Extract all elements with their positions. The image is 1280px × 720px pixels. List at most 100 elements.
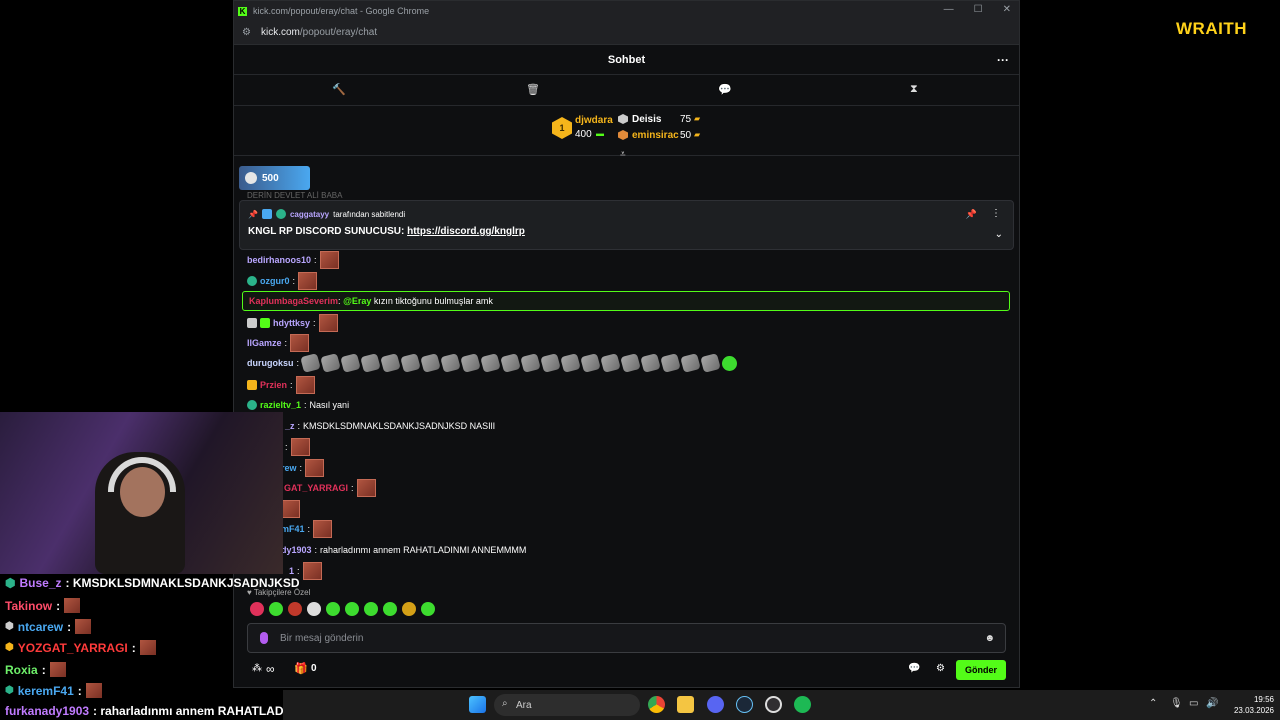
username[interactable]: hdyttksy: [273, 318, 310, 328]
overlay-chat-line: ⬢ keremF41 :: [5, 683, 102, 698]
rank-2-amount: 75: [680, 114, 692, 125]
taskbar-search[interactable]: ⌕ Ara: [494, 694, 640, 716]
rank-2-name[interactable]: Deisis: [632, 114, 661, 125]
chat-message: dy1903: raharladınmı annem RAHATLADINMI …: [281, 545, 527, 555]
chat-bubble-icon[interactable]: 💬: [718, 83, 732, 96]
emote-icon: [75, 619, 92, 634]
address-bar[interactable]: ⚙ kick.com/popout/eray/chat: [234, 21, 1019, 45]
maximize-button[interactable]: ☐: [974, 4, 983, 15]
emote-icon[interactable]: [326, 602, 340, 616]
pinned-by-user[interactable]: caggatayy: [290, 210, 329, 219]
cut-off-message: DERİN DEVLET ALİ BABA: [247, 191, 343, 200]
file-explorer-icon[interactable]: [677, 696, 694, 713]
points-balance: ∞: [266, 662, 275, 676]
emote-icon: [356, 479, 376, 497]
minimize-button[interactable]: —: [944, 4, 954, 15]
emote-icon: [500, 353, 521, 373]
more-options-button[interactable]: ···: [997, 45, 1009, 75]
steam-icon[interactable]: [736, 696, 753, 713]
username[interactable]: ozgur0: [260, 276, 290, 286]
window-titlebar: K kick.com/popout/eray/chat - Google Chr…: [234, 1, 1019, 21]
volume-icon[interactable]: 🔊: [1206, 698, 1218, 709]
gift-icon[interactable]: 🎁: [294, 662, 308, 675]
message-input[interactable]: Bir mesaj gönderin ☻: [247, 623, 1006, 653]
emote-icon[interactable]: [269, 602, 283, 616]
username[interactable]: Przien: [260, 380, 287, 390]
mic-icon[interactable]: [260, 632, 268, 644]
username[interactable]: KaplumbagaSeverim: [249, 296, 338, 306]
username[interactable]: bedirhanoos10: [247, 255, 311, 265]
username[interactable]: _z: [285, 421, 295, 431]
site-settings-icon[interactable]: ⚙: [242, 27, 251, 38]
network-icon[interactable]: ▭: [1189, 698, 1198, 709]
chat-message: razieltv_1: Nasıl yani: [247, 400, 349, 410]
message-text: KMSDKLSDMNAKLSDANKJSADNJKSD NASIlI: [303, 421, 496, 431]
windows-start-icon[interactable]: [469, 696, 486, 713]
trash-icon[interactable]: 🗑: [526, 83, 540, 96]
pinned-meta-text: tarafından sabitlendi: [333, 209, 406, 219]
emote-icon[interactable]: [383, 602, 397, 616]
chat-bubble-icon[interactable]: 💬: [908, 663, 920, 674]
avatar: [245, 172, 257, 184]
emote-icon: [64, 598, 81, 613]
emote-icon: [600, 353, 621, 373]
system-clock[interactable]: 19:56 23.03.2026: [1234, 694, 1274, 716]
chat-message: durugoksu:: [247, 353, 738, 373]
username[interactable]: razieltv_1: [260, 400, 301, 410]
username[interactable]: GAT_YARRAGI: [284, 483, 348, 493]
username[interactable]: rew: [281, 463, 297, 473]
emoji-picker-icon[interactable]: ☻: [984, 633, 995, 644]
points-pill[interactable]: 500: [239, 166, 310, 190]
emote-icon[interactable]: [364, 602, 378, 616]
send-button[interactable]: Gönder: [956, 660, 1006, 680]
gavel-icon[interactable]: 🔨: [332, 83, 346, 96]
gear-icon[interactable]: ⚙: [936, 663, 945, 674]
overlay-chat-line: furkanady1903 : raharladınmı annem RAHAT…: [5, 704, 296, 718]
close-button[interactable]: ✕: [1003, 4, 1011, 15]
badge-icon: [247, 318, 257, 328]
clock-date: 23.03.2026: [1233, 706, 1274, 715]
chevron-up-icon[interactable]: ⌃: [1149, 698, 1157, 709]
overlay-chat-line: ⬢ ntcarew :: [5, 619, 92, 634]
emote-icon: [380, 353, 401, 373]
subscriber-badge-icon: [275, 209, 286, 219]
emote-icon: [318, 314, 338, 332]
expand-leaderboard-icon[interactable]: ⩡: [620, 149, 626, 160]
emote-icon: [281, 500, 300, 518]
emote-icon[interactable]: [307, 602, 321, 616]
overlay-username: Roxia: [5, 662, 38, 677]
pinned-link[interactable]: https://discord.gg/knglrp: [407, 226, 525, 237]
rank-1-name[interactable]: djwdara: [575, 115, 613, 126]
emote-icon[interactable]: [250, 602, 264, 616]
spotify-icon[interactable]: [794, 696, 811, 713]
emote-icon: [440, 353, 461, 373]
username[interactable]: IlGamze: [247, 338, 282, 348]
pinned-more-icon[interactable]: ⋮: [991, 208, 1001, 219]
emote-icon[interactable]: [421, 602, 435, 616]
chat-message: mF41:: [281, 520, 333, 538]
emote-icon: [313, 520, 333, 538]
badge-icon: ⬢: [5, 576, 16, 590]
points-icon[interactable]: ⁂: [252, 663, 262, 674]
emote-icon: [319, 251, 339, 269]
hourglass-icon[interactable]: ⧗: [910, 83, 918, 96]
username[interactable]: durugoksu: [247, 358, 294, 368]
mention-tag[interactable]: @Eray: [343, 296, 371, 306]
emote-icon[interactable]: [402, 602, 416, 616]
rank-3-name[interactable]: eminsirac: [632, 130, 679, 141]
discord-icon[interactable]: [707, 696, 724, 713]
emote-icon[interactable]: [345, 602, 359, 616]
username[interactable]: dy1903: [281, 545, 312, 555]
username[interactable]: mF41: [281, 524, 305, 534]
unpin-icon[interactable]: 📌: [966, 209, 977, 220]
obs-icon[interactable]: [765, 696, 782, 713]
mic-tray-icon[interactable]: 🎙: [1170, 698, 1183, 709]
chrome-icon[interactable]: [648, 696, 665, 713]
username[interactable]: 1: [289, 566, 294, 576]
emote-icon[interactable]: [288, 602, 302, 616]
emote-icon: [320, 353, 341, 373]
wraith-logo: WRAITH: [1176, 19, 1247, 38]
chevron-down-icon[interactable]: ⌄: [995, 229, 1003, 240]
message-text: Nasıl yani: [309, 400, 350, 410]
overlay-username: YOZGAT_YARRAGI: [17, 640, 128, 655]
